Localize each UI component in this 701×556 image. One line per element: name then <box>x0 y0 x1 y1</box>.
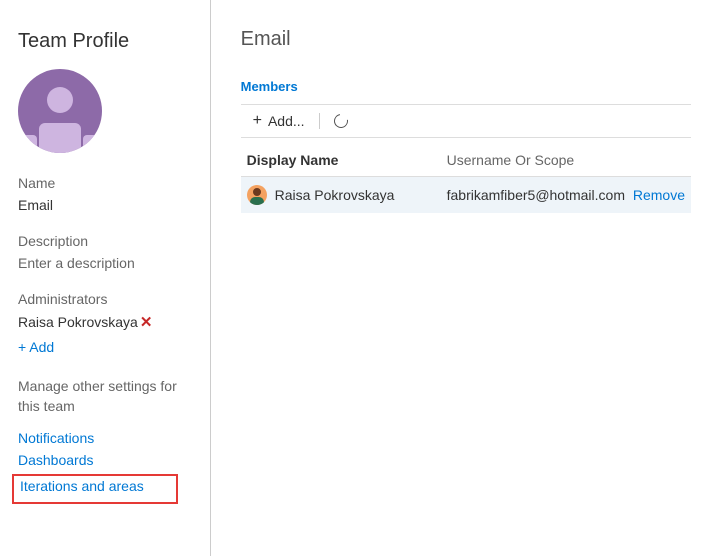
sidebar: Team Profile Name Email Description Ente… <box>0 0 211 556</box>
team-avatar[interactable] <box>18 69 102 153</box>
description-label: Description <box>18 233 192 249</box>
plus-icon: + <box>253 113 262 129</box>
main-panel: Email Members + Add... Display Name User… <box>211 0 701 556</box>
remove-admin-icon[interactable]: ✕ <box>140 313 153 331</box>
members-tab[interactable]: Members <box>241 79 691 94</box>
toolbar: + Add... <box>241 104 691 138</box>
admin-name: Raisa Pokrovskaya <box>18 314 138 330</box>
col-username[interactable]: Username Or Scope <box>447 152 625 168</box>
dashboards-link[interactable]: Dashboards <box>18 452 192 468</box>
name-label: Name <box>18 175 192 191</box>
iterations-highlight: Iterations and areas <box>12 474 178 504</box>
refresh-icon <box>331 111 350 130</box>
iterations-link[interactable]: Iterations and areas <box>20 478 144 494</box>
member-avatar-icon <box>247 185 267 205</box>
name-value[interactable]: Email <box>18 197 192 213</box>
add-member-button[interactable]: + Add... <box>249 111 309 131</box>
notifications-link[interactable]: Notifications <box>18 430 192 446</box>
toolbar-separator <box>319 113 320 129</box>
table-row[interactable]: Raisa Pokrovskaya fabrikamfiber5@hotmail… <box>241 176 691 213</box>
col-display-name[interactable]: Display Name <box>247 152 447 168</box>
member-name: Raisa Pokrovskaya <box>275 187 447 203</box>
admin-row: Raisa Pokrovskaya ✕ <box>18 313 192 331</box>
refresh-button[interactable] <box>330 112 352 130</box>
page-title: Email <box>241 28 691 51</box>
table-header: Display Name Username Or Scope <box>241 152 691 176</box>
remove-member-link[interactable]: Remove <box>633 187 685 203</box>
member-username: fabrikamfiber5@hotmail.com <box>447 187 625 203</box>
description-field[interactable]: Enter a description <box>18 255 192 271</box>
settings-links: Notifications Dashboards Iterations and … <box>18 430 192 504</box>
add-admin-link[interactable]: + Add <box>18 339 192 355</box>
add-label: Add... <box>268 113 305 129</box>
admins-label: Administrators <box>18 291 192 307</box>
sidebar-title: Team Profile <box>18 30 192 53</box>
col-actions <box>625 152 685 168</box>
settings-header: Manage other settings for this team <box>18 377 192 416</box>
